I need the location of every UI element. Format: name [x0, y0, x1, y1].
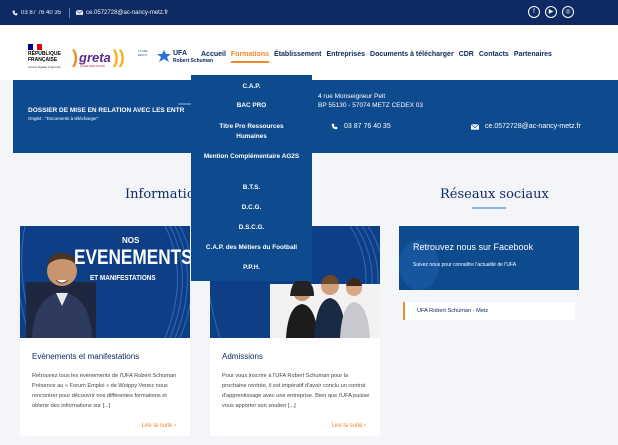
formations-dropdown: C.A.P. BAC PRO Titre Pro Ressources Huma… — [191, 75, 312, 281]
ufa-facebook-link[interactable]: UFA Robert Schuman - Metz — [403, 302, 575, 320]
phone-icon — [12, 10, 18, 15]
hero-email[interactable]: ce.0572728@ac-nancy-metz.fr — [471, 123, 581, 130]
republique-francaise-logo[interactable]: RÉPUBLIQUE FRANÇAISE Liberté Égalité Fra… — [28, 44, 62, 84]
social-links: f ▶ ◎ — [528, 6, 574, 18]
topbar-email-text: ce.0572728@ac-nancy-metz.fr — [86, 9, 169, 16]
dropdown-item-dcg[interactable]: D.C.G. — [191, 203, 312, 213]
chevron-right-icon: › — [174, 423, 176, 429]
mail-icon — [76, 10, 84, 15]
read-more-link[interactable]: Lire la suite › — [332, 423, 366, 429]
dropdown-item-bac-pro[interactable]: BAC PRO — [191, 101, 312, 111]
card-evenements-image: NOS EVENEMENTS ET MANIFESTATIONS — [20, 226, 190, 338]
topbar-divider — [69, 7, 71, 18]
social-title-underline — [472, 207, 506, 209]
mail-icon — [471, 123, 479, 130]
hero-email-text: ce.0572728@ac-nancy-metz.fr — [485, 123, 581, 130]
youtube-icon[interactable]: ▶ — [545, 6, 557, 18]
star-icon — [157, 50, 171, 62]
hero-subtitle: Onglet : "Documents à télécharger" — [28, 116, 99, 121]
chevron-right-icon: › — [364, 423, 366, 429]
evenements-banner-graphic — [20, 226, 190, 338]
topbar-email[interactable]: ce.0572728@ac-nancy-metz.fr — [76, 10, 168, 16]
nav-documents[interactable]: Documents à télécharger — [370, 51, 454, 63]
hero-phone-text: 03 87 76 40 35 — [344, 123, 391, 130]
card-excerpt: Pour vous inscrire à l'UFA Robert Schuma… — [222, 373, 370, 409]
dropdown-item-bts[interactable]: B.T.S. — [191, 183, 312, 193]
nav-etablissement[interactable]: Établissement — [274, 51, 321, 63]
phone-icon — [331, 123, 338, 130]
nav-formations[interactable]: Formations — [230, 51, 270, 63]
topbar-phone-text: 03 87 76 40 35 — [21, 9, 62, 16]
read-more-label: Lire la suite — [331, 423, 363, 429]
card-title[interactable]: Admissions — [222, 352, 263, 361]
site-header: RÉPUBLIQUE FRANÇAISE Liberté Égalité Fra… — [0, 25, 618, 80]
facebook-title: Retrouvez nous sur Facebook — [413, 242, 534, 252]
dropdown-item-mention-complementaire[interactable]: Mention Complémentaire AG2S — [191, 152, 312, 162]
republique-line2: FRANÇAISE — [28, 56, 58, 63]
top-bar: 03 87 76 40 35 ce.0572728@ac-nancy-metz.… — [0, 0, 618, 25]
banner-nos: NOS — [122, 236, 140, 245]
card-excerpt: Retrouvez tous les évènements de l'UFA R… — [32, 373, 177, 409]
dropdown-item-titre-pro[interactable]: Titre Pro Ressources Humaines — [191, 122, 312, 142]
read-more-label: Lire la suite — [141, 423, 173, 429]
dropdown-item-dscg[interactable]: D.S.C.G. — [191, 223, 312, 233]
hero-address: 4 rue Monseigneur Pelt BP 55130 - 57074 … — [318, 92, 423, 110]
facebook-icon[interactable]: f — [528, 6, 540, 18]
nav-cdr[interactable]: CDR — [459, 51, 474, 63]
instagram-icon[interactable]: ◎ — [562, 6, 574, 18]
banner-evenements: EVENEMENTS — [74, 246, 190, 269]
flag-icon — [28, 44, 43, 50]
greta-sub: LORRAINE NORD — [80, 64, 106, 68]
nav-partenaires[interactable]: Partenaires — [514, 51, 552, 63]
card-evenements[interactable]: NOS EVENEMENTS ET MANIFESTATIONS Evèneme… — [20, 226, 190, 436]
nav-accueil[interactable]: Accueil — [201, 51, 226, 63]
address-line1: 4 rue Monseigneur Pelt — [318, 93, 386, 100]
facebook-widget[interactable]: Retrouvez nous sur Facebook Suivez nous … — [399, 226, 579, 290]
address-line2: BP 55130 - 57074 METZ CEDEX 03 — [318, 102, 424, 109]
republique-motto: Liberté Égalité Fraternité — [28, 65, 61, 69]
hero-phone[interactable]: 03 87 76 40 35 — [331, 123, 391, 130]
banner-manifestations: ET MANIFESTATIONS — [90, 273, 156, 282]
dropdown-item-pph[interactable]: P.P.H. — [191, 263, 312, 273]
ufa-lycee: LYCÉE ÉDITS — [138, 49, 148, 57]
facebook-subtitle: Suivez nous pour connaître l'actualité d… — [413, 262, 517, 268]
information-title: Informatio — [125, 187, 195, 202]
nav-entreprises[interactable]: Entreprises — [327, 51, 366, 63]
nav-contacts[interactable]: Contacts — [479, 51, 509, 63]
topbar-phone[interactable]: 03 87 76 40 35 — [12, 10, 61, 16]
hero-title: DOSSIER DE MISE EN RELATION AVEC LES ENT… — [28, 107, 185, 114]
main-nav: Accueil Formations Établissement Entrepr… — [201, 51, 552, 63]
hero-banner: DOSSIER DE MISE EN RELATION AVEC LES ENT… — [13, 80, 618, 153]
card-title[interactable]: Evènements et manifestations — [32, 352, 139, 361]
read-more-link[interactable]: Lire la suite › — [142, 423, 176, 429]
social-title: Réseaux sociaux — [440, 187, 549, 202]
dropdown-item-cap-football[interactable]: C.A.P. des Métiers du Football — [191, 243, 312, 253]
greta-name: greta — [79, 49, 111, 65]
greta-logo[interactable]: ) greta)) LORRAINE NORD — [72, 47, 125, 68]
hero-title-block[interactable]: DOSSIER DE MISE EN RELATION AVEC LES ENT… — [28, 107, 184, 121]
dropdown-item-cap[interactable]: C.A.P. — [191, 82, 312, 92]
